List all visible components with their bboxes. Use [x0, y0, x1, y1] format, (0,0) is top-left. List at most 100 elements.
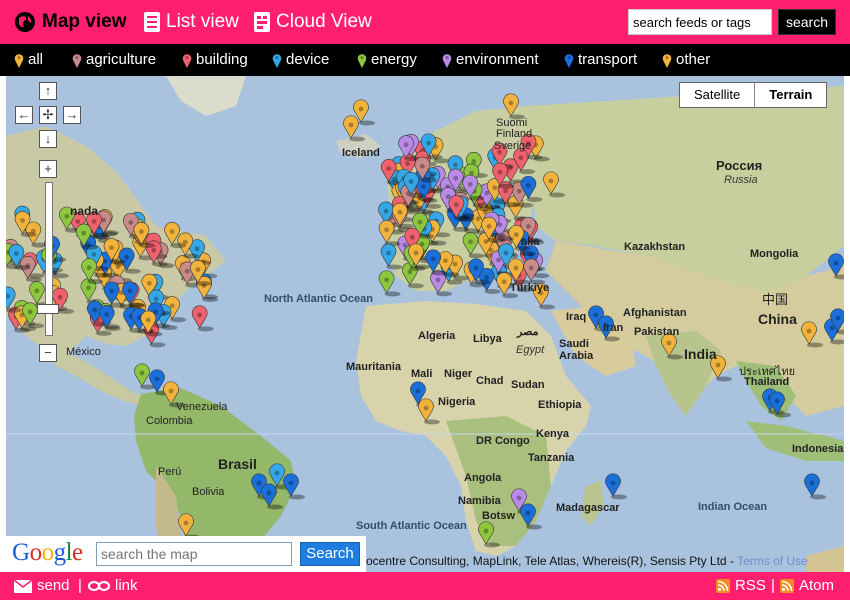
map-pin-icon [442, 53, 452, 68]
category-label: energy [371, 51, 417, 68]
tab-cloud-view[interactable]: Cloud View [254, 9, 372, 35]
label-namibia: Namibia [458, 495, 501, 507]
category-label: transport [578, 51, 638, 68]
link-link[interactable]: link [88, 577, 138, 595]
map-pin-icon [357, 53, 367, 68]
label-canada: nada [70, 204, 99, 218]
terms-link[interactable]: Terms of Use [737, 554, 808, 568]
label-rossiya: Россия [716, 158, 763, 173]
atom-link[interactable]: Atom [780, 577, 834, 595]
label-russia: Russia [724, 174, 758, 186]
tab-list-view[interactable]: List view [144, 9, 239, 35]
map-pin-icon [662, 53, 672, 68]
send-label: send [37, 577, 70, 594]
label-bolivia: Bolivia [192, 486, 225, 498]
label-north-atlantic: North Atlantic Ocean [264, 293, 373, 305]
zoom-in-button[interactable]: + [39, 160, 57, 178]
label-egypt-ar: مصر [517, 326, 539, 338]
category-other[interactable]: other [662, 51, 710, 69]
label-indian-ocean: Indian Ocean [698, 501, 768, 513]
label-mongolia: Mongolia [750, 248, 799, 260]
map-view[interactable]: nada México Venezuela Colombia Perú Bras… [6, 76, 844, 572]
category-building[interactable]: building [182, 51, 248, 69]
category-label: environment [456, 51, 539, 68]
label-sudan: Sudan [511, 379, 545, 391]
label-botswana: Botsw [482, 510, 515, 522]
label-china: China [758, 311, 797, 327]
category-label: building [196, 51, 248, 68]
label-peru: Perú [158, 466, 182, 478]
tab-cloud-view-label: Cloud View [276, 11, 372, 32]
label-south-atlantic: South Atlantic Ocean [356, 520, 467, 532]
category-energy[interactable]: energy [357, 51, 417, 69]
map-pin-icon [14, 53, 24, 68]
label-alia: alia [521, 236, 540, 248]
google-search-box: Google Search [6, 536, 366, 572]
header-bar: Map view List view Cloud View search [0, 0, 850, 44]
label-tanzania: Tanzania [528, 452, 575, 464]
label-libya: Libya [473, 333, 502, 345]
label-brasil: Brasil [218, 456, 257, 472]
category-environment[interactable]: environment [442, 51, 539, 69]
map-pin-icon [182, 53, 192, 68]
label-nigeria: Nigeria [438, 396, 476, 408]
terrain-button[interactable]: Terrain [754, 83, 826, 107]
pan-left-button[interactable]: ← [15, 106, 33, 124]
label-suomi: Suomi Finland [496, 117, 533, 140]
category-label: all [28, 51, 44, 68]
atom-label: Atom [799, 577, 835, 594]
tab-list-view-label: List view [166, 11, 239, 32]
globe-icon [15, 12, 35, 32]
pan-down-button[interactable]: ↓ [39, 130, 57, 148]
satellite-button[interactable]: Satellite [680, 83, 754, 107]
category-device[interactable]: device [272, 51, 329, 69]
label-iraq: Iraq [566, 311, 587, 323]
map-search-input[interactable] [96, 542, 292, 566]
category-transport[interactable]: transport [564, 51, 637, 69]
map-search-button[interactable]: Search [300, 542, 360, 566]
label-angola: Angola [464, 472, 502, 484]
label-venezuela: Venezuela [176, 401, 228, 413]
label-india: India [684, 346, 717, 362]
cloud-icon [254, 12, 270, 32]
category-agriculture[interactable]: agriculture [72, 51, 156, 69]
send-link[interactable]: send [14, 577, 70, 595]
pan-center-button[interactable]: ✢ [39, 106, 57, 124]
list-icon [144, 12, 160, 32]
category-label: other [676, 51, 711, 68]
atom-feed-icon [780, 579, 794, 593]
label-mali: Mali [411, 368, 433, 380]
search-button[interactable]: search [778, 9, 836, 35]
zoom-out-button[interactable]: − [39, 344, 57, 362]
label-niger: Niger [444, 368, 473, 380]
label-egypt: Egypt [516, 344, 545, 356]
footer-bar: send | link RSS | Atom [0, 572, 850, 600]
world-map [6, 76, 844, 572]
label-colombia: Colombia [146, 415, 193, 427]
link-label: link [115, 577, 138, 594]
label-china-zh: 中国 [762, 292, 789, 307]
map-pin-icon [272, 53, 282, 68]
category-all[interactable]: all [14, 51, 43, 69]
mail-icon [14, 579, 32, 593]
rss-label: RSS [735, 577, 766, 594]
label-kazakhstan: Kazakhstan [624, 241, 686, 253]
category-bar: all agriculture building device energy enviro… [0, 44, 850, 76]
rss-link[interactable]: RSS [716, 577, 766, 595]
pan-up-button[interactable]: ↑ [39, 82, 57, 100]
label-iceland: Iceland [342, 147, 380, 159]
label-afghanistan: Afghanistan [623, 307, 687, 319]
label-kenya: Kenya [536, 428, 570, 440]
label-turkiye: Türkiye [510, 282, 550, 294]
label-dr-congo: DR Congo [476, 435, 530, 447]
map-pin-icon [564, 53, 574, 68]
zoom-slider-handle[interactable] [37, 304, 59, 314]
label-mexico: México [66, 346, 101, 358]
tab-map-view[interactable]: Map view [14, 9, 126, 35]
map-pin-icon [72, 53, 82, 68]
tab-map-view-label: Map view [42, 11, 127, 32]
attribution-text: ocentre Consulting, MapLink, Tele Atlas,… [366, 554, 738, 568]
label-sverige: Sverige [494, 140, 532, 152]
search-feeds-input[interactable] [628, 9, 772, 35]
pan-right-button[interactable]: → [63, 106, 81, 124]
